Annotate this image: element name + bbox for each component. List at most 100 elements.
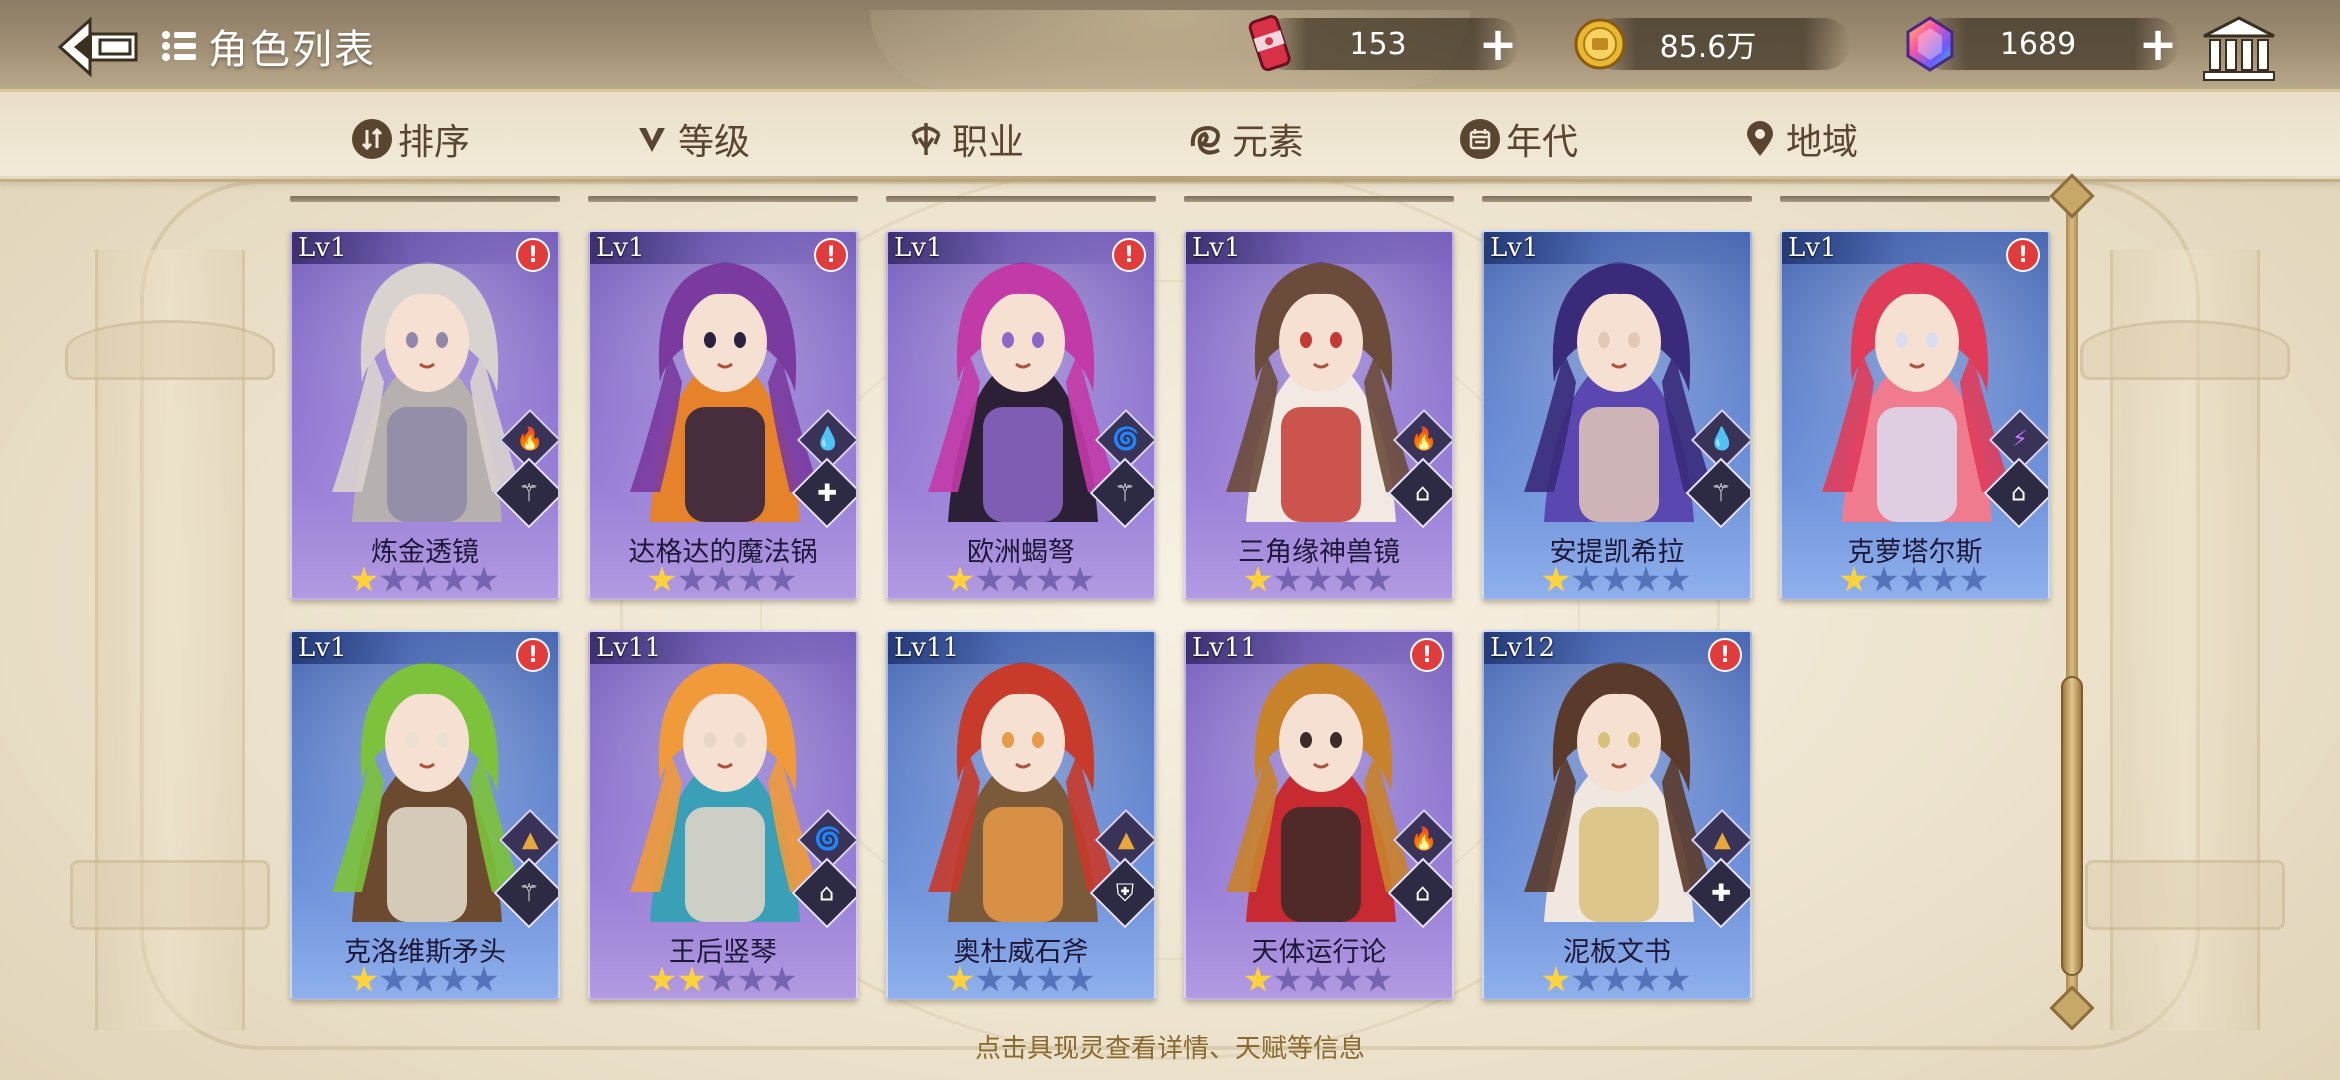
character-card[interactable]: Lv1 💧 ⚚ 安提凯希拉 — [1482, 230, 1752, 600]
character-card[interactable]: Lv11! 🔥 ⌂ 天体运行论 — [1184, 630, 1454, 1000]
star-empty-icon — [1572, 966, 1600, 992]
character-name: 天体运行论 — [1251, 937, 1387, 968]
star-empty-icon — [1662, 566, 1690, 592]
star-filled-icon — [946, 566, 974, 592]
star-empty-icon — [1870, 566, 1898, 592]
hint-text: 点击具现灵查看详情、天赋等信息 — [974, 1034, 1365, 1064]
star-empty-icon — [738, 566, 766, 592]
character-name: 王后竖琴 — [669, 937, 777, 968]
character-card[interactable]: Lv1! ▲ ⚚ 克洛维斯矛头 — [290, 630, 560, 1000]
star-rating — [350, 966, 498, 994]
filter-class[interactable]: 职业 — [906, 114, 1024, 164]
location-pin-icon — [1740, 119, 1780, 159]
character-name: 安提凯希拉 — [1549, 537, 1685, 568]
star-empty-icon — [1632, 966, 1660, 992]
sort-icon — [352, 119, 392, 159]
star-empty-icon — [1632, 566, 1660, 592]
filter-era-label: 年代 — [1506, 122, 1579, 163]
character-level: Lv11 — [1192, 633, 1258, 663]
star-rating — [350, 566, 498, 594]
alert-badge-icon: ! — [2006, 238, 2040, 272]
filter-region[interactable]: 地域 — [1740, 114, 1858, 164]
star-empty-icon — [708, 566, 736, 592]
left-pillar-cap — [65, 320, 275, 380]
back-arrow-icon — [57, 16, 138, 78]
star-empty-icon — [1930, 566, 1958, 592]
character-level: Lv1 — [1788, 233, 1837, 263]
character-card[interactable]: Lv1 🔥 ⌂ 三角缘神兽镜 — [1184, 230, 1454, 600]
can-icon — [1248, 15, 1291, 72]
filter-level[interactable]: 等级 — [632, 114, 750, 164]
character-card[interactable]: Lv12! ▲ ✚ 泥板文书 — [1482, 630, 1752, 1000]
character-card[interactable]: Lv1! 🌀 ⚚ 欧洲蝎弩 — [886, 230, 1156, 600]
alert-badge-icon: ! — [516, 638, 550, 672]
character-name: 炼金透镜 — [371, 537, 479, 568]
star-rating — [946, 566, 1094, 594]
card-top-strip — [1780, 196, 2050, 202]
star-empty-icon — [1602, 966, 1630, 992]
star-empty-icon — [768, 966, 796, 992]
character-name: 三角缘神兽镜 — [1238, 537, 1400, 568]
resource-gem: 1689 + — [1906, 16, 2180, 72]
scrollbar-thumb[interactable] — [2061, 676, 2083, 976]
alert-badge-icon: ! — [1112, 238, 1146, 272]
star-rating — [648, 566, 796, 594]
character-level: Lv1 — [1490, 233, 1539, 263]
star-empty-icon — [1006, 966, 1034, 992]
star-empty-icon — [410, 566, 438, 592]
resource-gold: 85.6万 — [1574, 18, 1850, 70]
star-empty-icon — [1274, 566, 1302, 592]
star-rating — [1244, 966, 1392, 994]
star-empty-icon — [1274, 966, 1302, 992]
character-level: Lv12 — [1490, 633, 1556, 663]
character-card[interactable]: Lv11 🌀 ⌂ 王后竖琴 — [588, 630, 858, 1000]
character-level: Lv1 — [894, 233, 943, 263]
character-level: Lv11 — [596, 633, 662, 663]
alert-badge-icon: ! — [1410, 638, 1444, 672]
filter-element[interactable]: 元素 — [1186, 114, 1304, 164]
star-filled-icon — [1244, 966, 1272, 992]
alert-badge-icon: ! — [814, 238, 848, 272]
filter-sort[interactable]: 排序 — [352, 114, 470, 164]
character-level: Lv1 — [298, 633, 347, 663]
character-card[interactable]: Lv1! 💧 ✚ 达格达的魔法锅 — [588, 230, 858, 600]
star-empty-icon — [470, 566, 498, 592]
star-rating — [648, 966, 796, 994]
card-top-strip — [1482, 196, 1752, 202]
star-empty-icon — [380, 966, 408, 992]
filter-region-label: 地域 — [1786, 122, 1859, 163]
star-empty-icon — [1602, 566, 1630, 592]
alert-badge-icon: ! — [516, 238, 550, 272]
list-icon — [162, 31, 196, 61]
star-empty-icon — [1036, 966, 1064, 992]
title-area: 角色列表 — [160, 18, 376, 74]
character-level: Lv1 — [596, 233, 645, 263]
star-empty-icon — [678, 566, 706, 592]
star-empty-icon — [768, 566, 796, 592]
star-rating — [946, 966, 1094, 994]
star-empty-icon — [1334, 966, 1362, 992]
star-empty-icon — [708, 966, 736, 992]
character-card[interactable]: Lv1! 🔥 ⚚ 炼金透镜 — [290, 230, 560, 600]
star-rating — [1542, 566, 1690, 594]
star-empty-icon — [1572, 566, 1600, 592]
level-v-icon — [632, 119, 672, 159]
star-empty-icon — [440, 566, 468, 592]
add-stamina-button[interactable]: + — [1476, 21, 1520, 67]
character-card[interactable]: Lv1! ⚡ ⌂ 克萝塔尔斯 — [1780, 230, 2050, 600]
character-name: 克萝塔尔斯 — [1847, 537, 1983, 568]
character-card[interactable]: Lv11 ▲ ⛨ 奥杜威石斧 — [886, 630, 1156, 1000]
star-empty-icon — [1960, 566, 1988, 592]
character-name: 克洛维斯矛头 — [344, 937, 506, 968]
filter-era[interactable]: 年代 — [1460, 114, 1578, 164]
star-empty-icon — [1036, 566, 1064, 592]
star-filled-icon — [648, 966, 676, 992]
page-title: 角色列表 — [208, 27, 376, 73]
character-level: Lv1 — [1192, 233, 1241, 263]
bank-button[interactable] — [2200, 14, 2278, 84]
add-gem-button[interactable]: + — [2136, 21, 2180, 67]
back-button[interactable] — [52, 14, 144, 80]
star-rating — [1244, 566, 1392, 594]
star-rating — [1542, 966, 1690, 994]
era-icon — [1460, 119, 1500, 159]
